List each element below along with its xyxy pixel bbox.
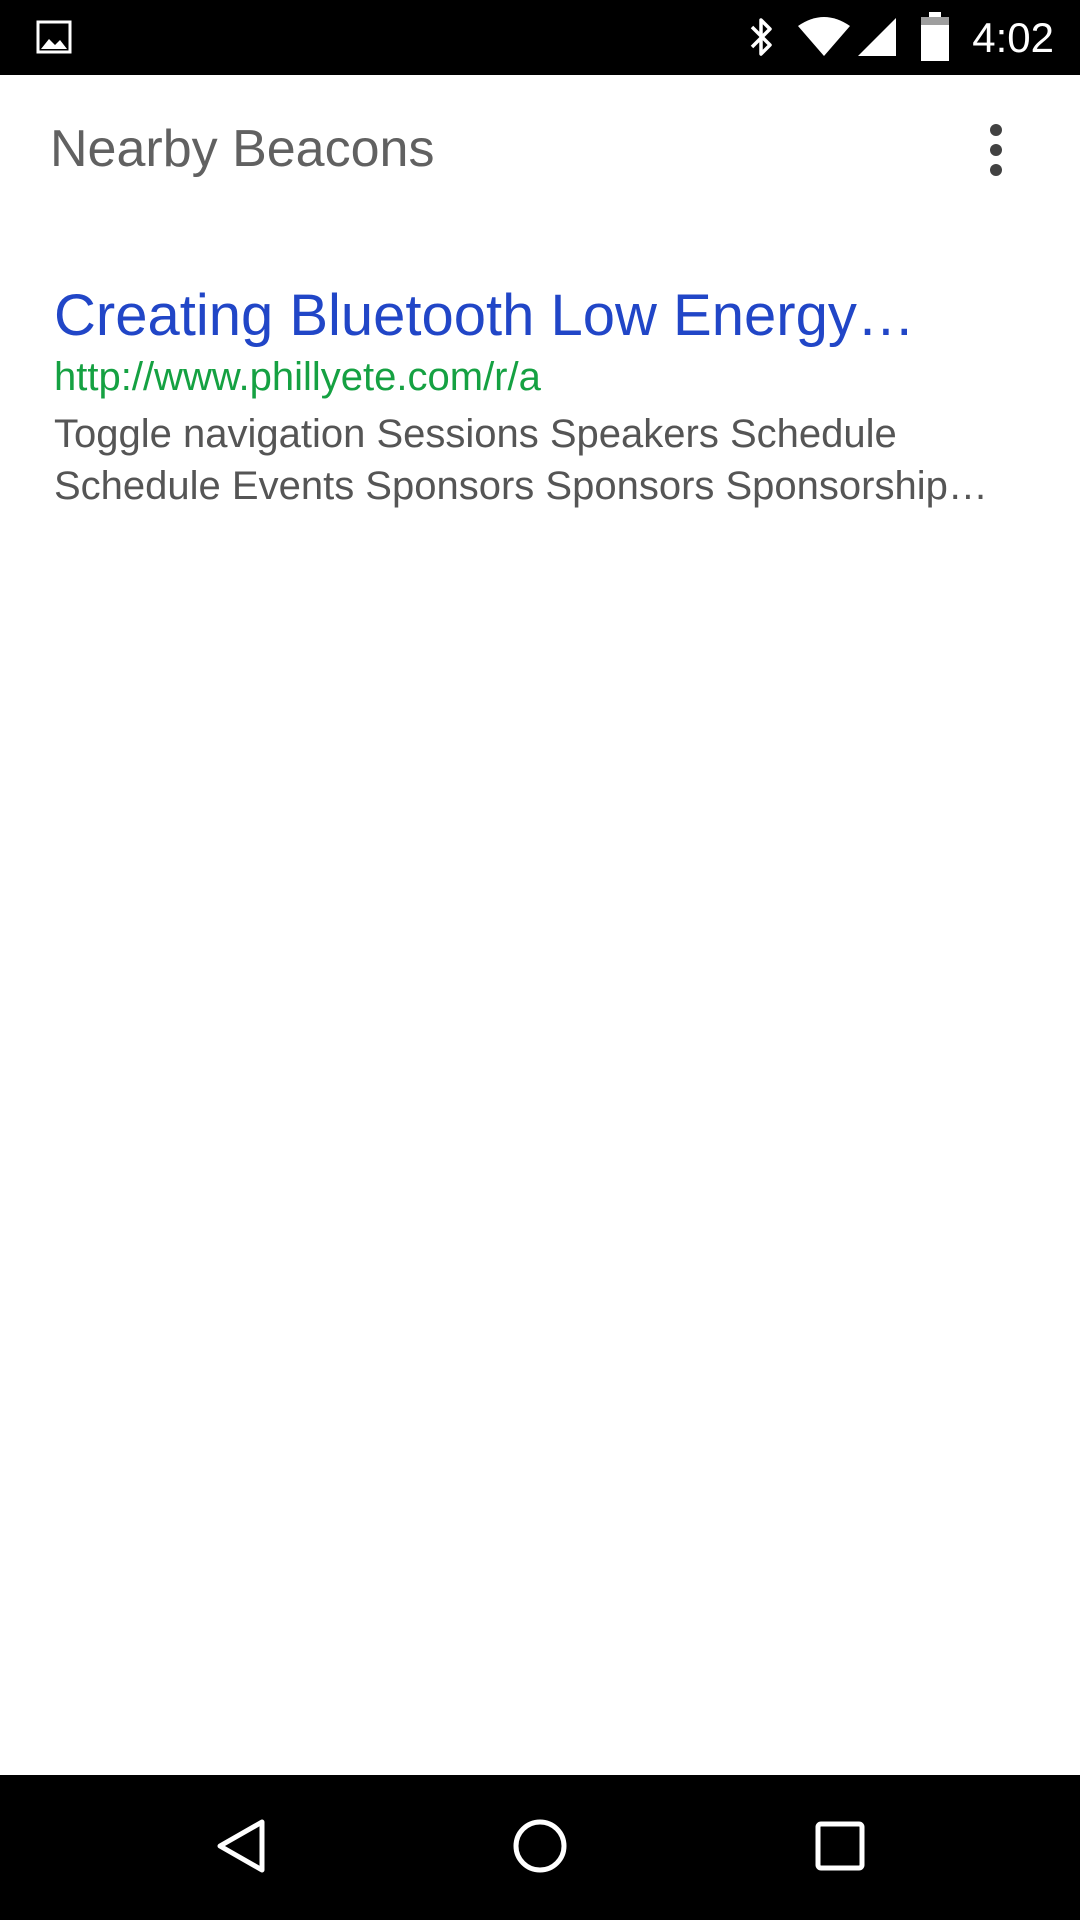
- page-title: Nearby Beacons: [50, 120, 435, 178]
- home-icon: [513, 1819, 567, 1873]
- recents-button[interactable]: [790, 1801, 890, 1891]
- beacon-url[interactable]: http://www.phillyete.com/r/a: [54, 352, 1030, 402]
- status-clock: 4:02: [972, 14, 1054, 61]
- bluetooth-icon: [750, 18, 772, 56]
- navigation-bar: [0, 1775, 1080, 1920]
- wifi-icon: [798, 17, 850, 56]
- overflow-menu-button[interactable]: [970, 115, 1022, 185]
- more-vert-icon: [990, 124, 1002, 176]
- cell-signal-icon: [858, 18, 896, 56]
- app-bar: Nearby Beacons: [0, 75, 1080, 225]
- beacon-list: Creating Bluetooth Low Energy… http://ww…: [0, 270, 1080, 512]
- status-bar: 4:02: [0, 0, 1080, 75]
- home-button[interactable]: [490, 1801, 590, 1891]
- image-notification-icon: [36, 20, 72, 54]
- battery-icon: [921, 12, 949, 61]
- screen: 4:02 Nearby Beacons Creating Bluetooth L…: [0, 0, 1080, 1920]
- beacon-list-item[interactable]: Creating Bluetooth Low Energy… http://ww…: [0, 282, 1080, 512]
- back-button[interactable]: [190, 1801, 290, 1891]
- recents-icon: [815, 1821, 865, 1871]
- beacon-title-link[interactable]: Creating Bluetooth Low Energy…: [54, 282, 1030, 350]
- back-icon: [217, 1819, 265, 1873]
- beacon-description: Toggle navigation Sessions Speakers Sche…: [54, 412, 988, 508]
